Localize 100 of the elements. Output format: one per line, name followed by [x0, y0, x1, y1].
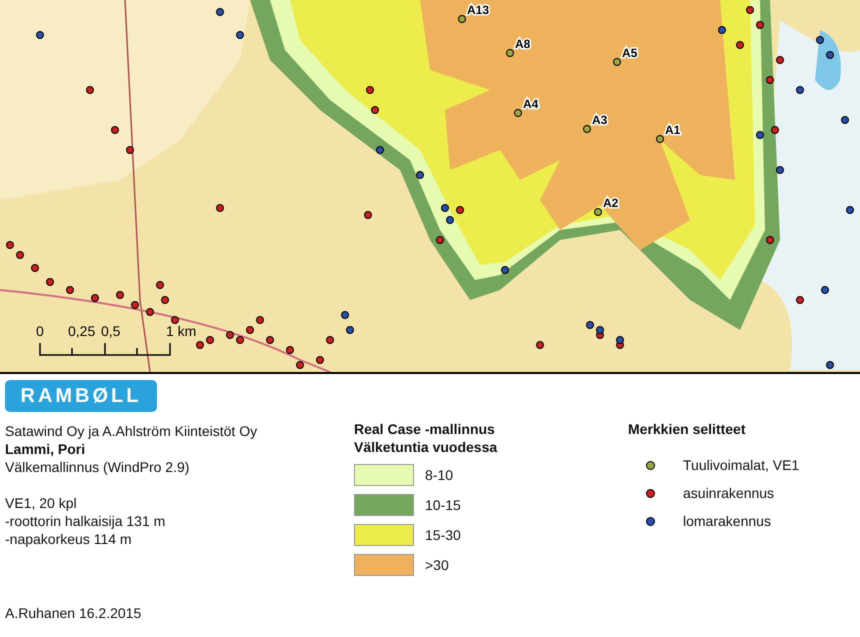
company-logo: RAMBØLL	[5, 380, 157, 412]
house-marker	[16, 251, 24, 259]
turbine-marker	[514, 109, 522, 117]
house-marker	[756, 21, 764, 29]
legend-label: Tuulivoimalat, VE1	[683, 456, 800, 474]
turbine-marker	[594, 208, 602, 216]
turbine-marker	[458, 15, 466, 23]
cottage-marker	[596, 326, 604, 334]
house-marker	[236, 336, 244, 344]
turbine-marker	[506, 49, 514, 57]
house-marker	[371, 106, 379, 114]
house-marker	[326, 336, 334, 344]
house-marker	[536, 341, 544, 349]
cottage-marker	[718, 26, 726, 34]
turbine-label: A3	[592, 113, 608, 127]
scale-label: 0,25	[68, 323, 96, 339]
house-marker	[161, 296, 169, 304]
cottage-marker	[846, 206, 854, 214]
cottage-marker	[776, 166, 784, 174]
cottage-marker	[826, 51, 834, 59]
cottage-marker	[216, 8, 224, 16]
cottage-marker	[416, 171, 424, 179]
author-date: A.Ruhanen 16.2.2015	[5, 604, 142, 622]
scale-label: 0,5	[101, 323, 120, 339]
house-marker	[286, 346, 294, 354]
legend-label: 8-10	[425, 466, 454, 484]
house-marker	[46, 278, 54, 286]
house-marker	[736, 41, 744, 49]
house-marker	[364, 211, 372, 219]
scale-label: 0	[36, 323, 44, 339]
cottage-marker	[586, 321, 594, 329]
turbine-label: A1	[665, 123, 680, 137]
house-marker	[296, 361, 304, 369]
method-text: Välkemallinnus (WindPro 2.9)	[5, 458, 190, 476]
house-marker	[226, 331, 234, 339]
turbine-label: A4	[523, 97, 538, 111]
house-marker	[146, 308, 154, 316]
house-marker	[206, 336, 214, 344]
variant-text: VE1, 20 kpl	[5, 494, 78, 512]
house-marker	[116, 291, 124, 299]
turbine-marker	[656, 135, 664, 143]
cottage-marker	[376, 146, 384, 154]
turbine-label: A2	[603, 196, 618, 210]
turbine-marker	[583, 125, 591, 133]
cottage-marker	[796, 86, 804, 94]
house-marker	[6, 241, 14, 249]
house-marker	[66, 286, 74, 294]
house-marker	[171, 316, 179, 324]
cottage-marker	[616, 336, 624, 344]
house-marker	[216, 204, 224, 212]
cottage-marker	[816, 36, 824, 44]
house-marker	[86, 86, 94, 94]
turbine-label: A5	[622, 46, 638, 60]
cottage-marker	[826, 361, 834, 369]
legend-label: lomarakennus	[683, 512, 771, 530]
cottage-marker	[841, 116, 849, 124]
cottage-marker	[36, 31, 44, 39]
cottage-marker	[236, 31, 244, 39]
turbine-label: A13	[467, 3, 490, 17]
house-marker	[246, 326, 254, 334]
house-marker	[366, 86, 374, 94]
cottage-marker	[346, 326, 354, 334]
house-marker	[316, 356, 324, 364]
spec-text: -roottorin halkaisija 131 m	[5, 512, 166, 530]
house-marker	[796, 296, 804, 304]
house-marker	[256, 316, 264, 324]
house-marker	[131, 301, 139, 309]
legend-title: Merkkien selitteet	[628, 420, 746, 438]
site-name: Lammi, Pori	[5, 440, 86, 458]
legend-subtitle: Välketuntia vuodessa	[354, 438, 498, 456]
house-marker	[126, 146, 134, 154]
house-marker	[436, 236, 444, 244]
cottage-marker	[756, 131, 764, 139]
house-marker	[31, 264, 39, 272]
cottage-marker	[821, 286, 829, 294]
house-marker	[266, 336, 274, 344]
house-marker	[766, 76, 774, 84]
house-marker	[456, 206, 464, 214]
cottage-marker	[501, 266, 509, 274]
legend-label: >30	[425, 556, 449, 574]
house-marker	[91, 294, 99, 302]
cottage-marker	[441, 204, 449, 212]
house-marker	[776, 56, 784, 64]
scale-label: 1 km	[166, 323, 196, 339]
legend-label: 15-30	[425, 526, 461, 544]
legend-label: 10-15	[425, 496, 461, 514]
house-marker	[156, 281, 164, 289]
legend-title: Real Case -mallinnus	[354, 420, 496, 438]
turbine-label: A8	[515, 37, 530, 51]
cottage-marker	[341, 311, 349, 319]
legend-label: asuinrakennus	[683, 484, 774, 502]
house-marker	[746, 6, 754, 14]
turbine-marker	[613, 58, 621, 66]
house-marker	[111, 126, 119, 134]
spec-text: -napakorkeus 114 m	[5, 530, 133, 548]
house-marker	[766, 236, 774, 244]
client-name: Satawind Oy ja A.Ahlström Kiinteistöt Oy	[5, 422, 258, 440]
cottage-marker	[446, 216, 454, 224]
house-marker	[196, 341, 204, 349]
house-marker	[771, 126, 779, 134]
